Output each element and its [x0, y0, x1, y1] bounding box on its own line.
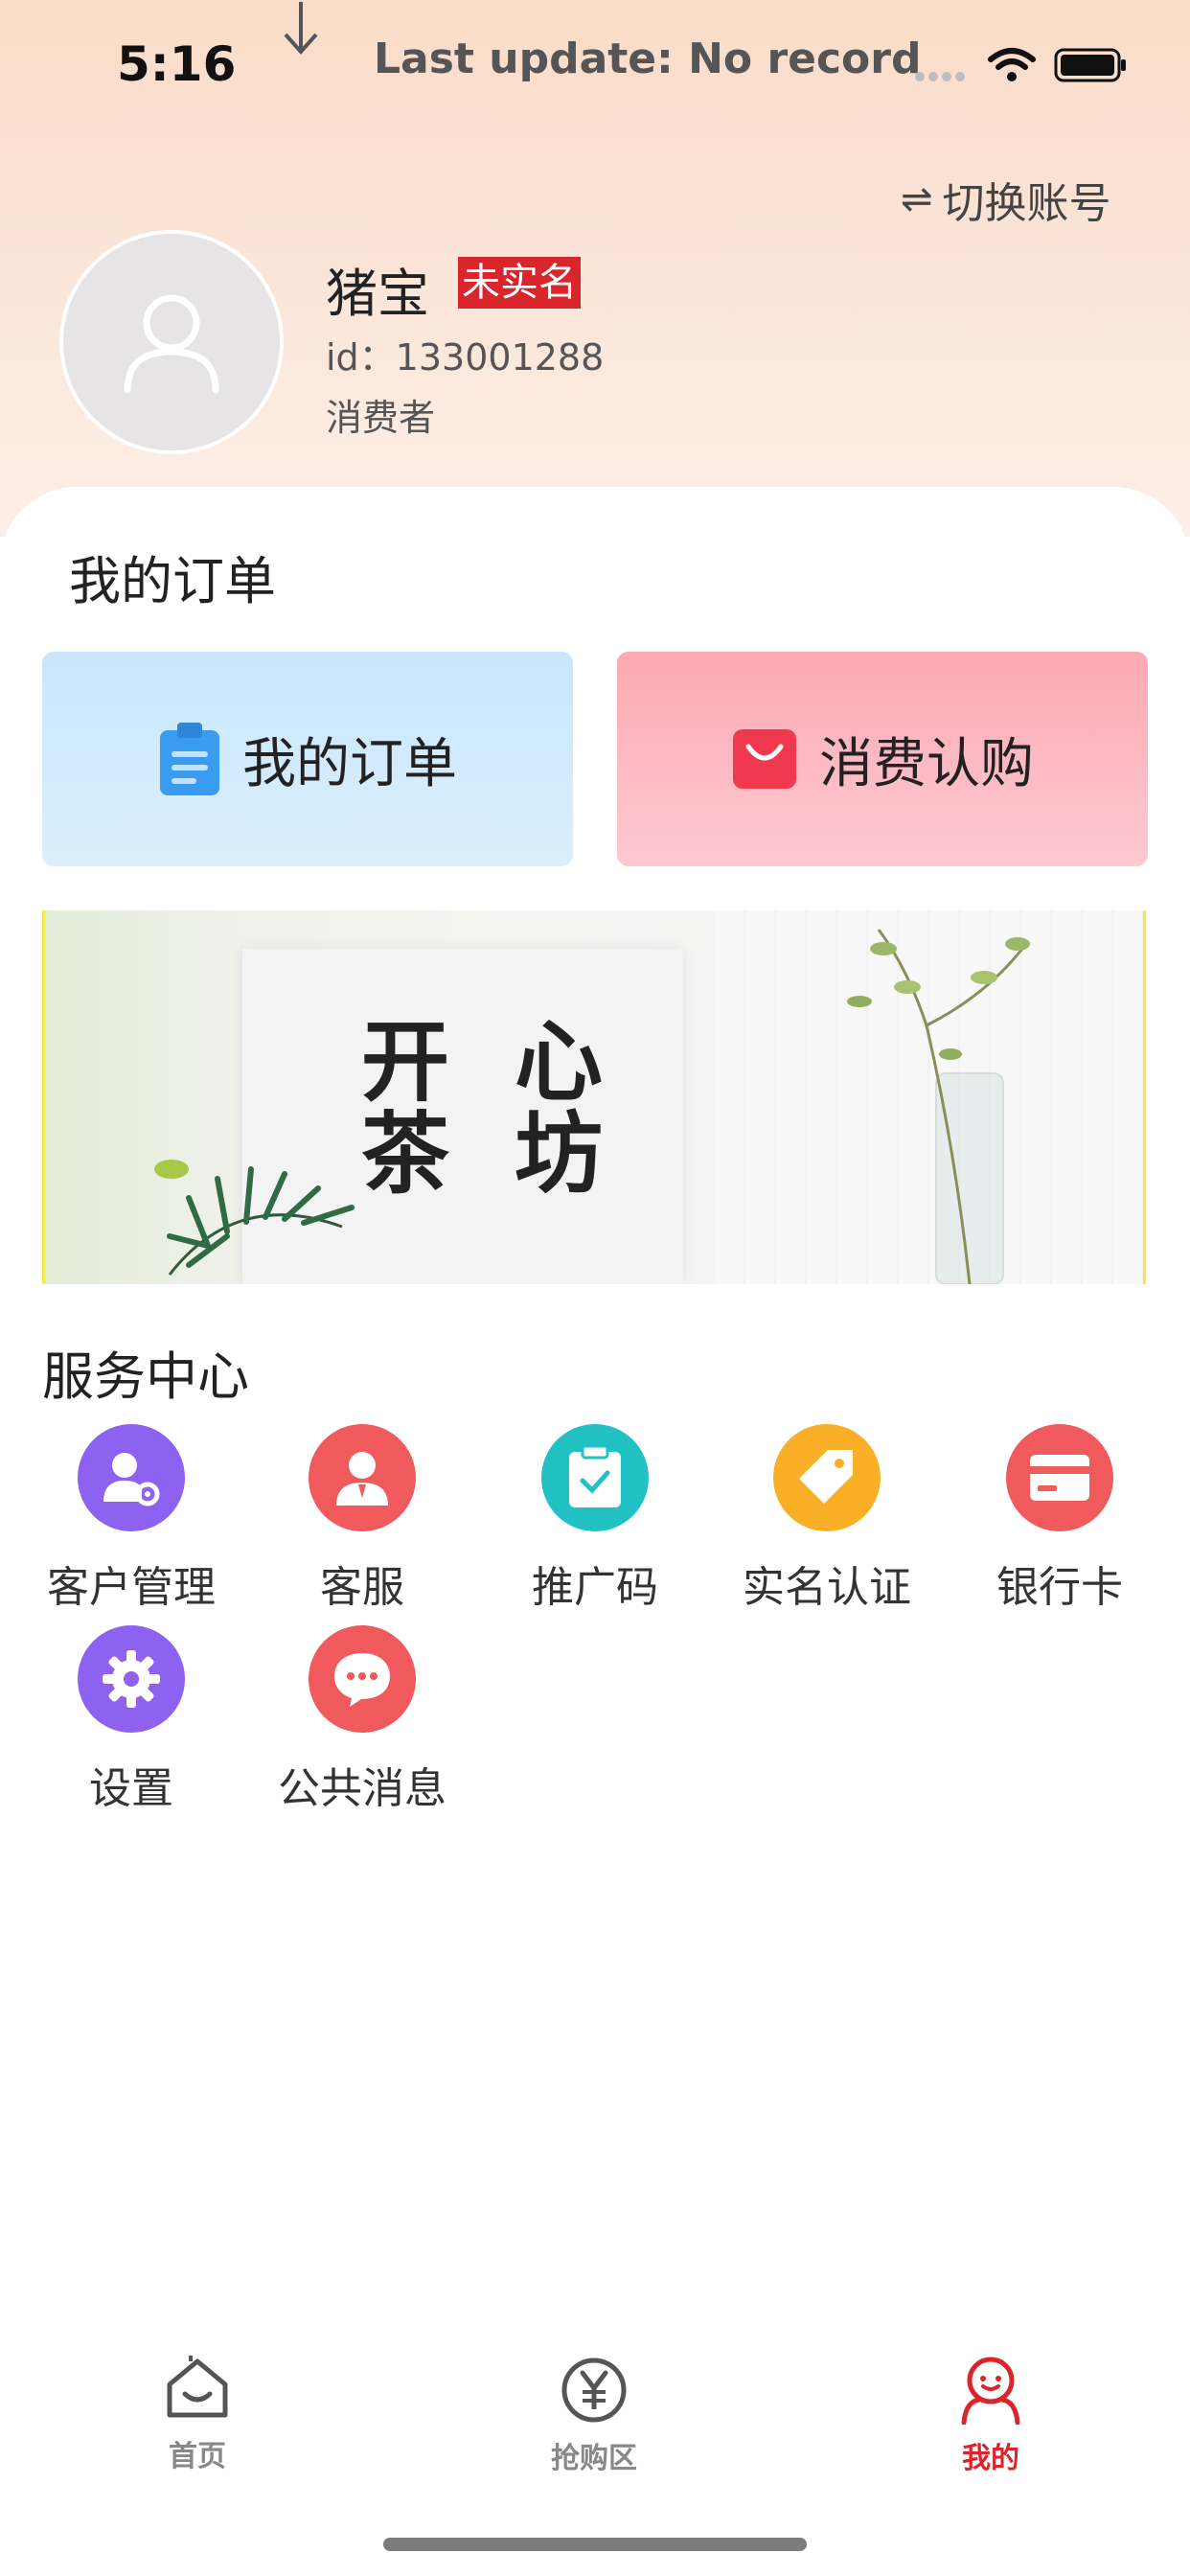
consumer-purchase-button[interactable]: 消费认购 [617, 652, 1148, 866]
orders-section-title: 我的订单 [69, 551, 276, 611]
bottom-tab-bar: 首页 抢购区 我的 [0, 2329, 1190, 2501]
realname-status-badge[interactable]: 未实名 [458, 257, 581, 309]
tab-label: 抢购区 [551, 2442, 637, 2475]
service-label: 设置 [89, 1764, 173, 1813]
service-promo-code[interactable]: 推广码 [479, 1424, 711, 1614]
customer-service-icon [309, 1424, 416, 1531]
plant-vase-illustration [847, 929, 1030, 1284]
cellular-signal-icon [915, 67, 969, 85]
status-time: 5:16 [117, 36, 237, 92]
gear-icon [78, 1625, 185, 1733]
tab-flash-sale[interactable]: 抢购区 [450, 2356, 738, 2476]
promo-banner[interactable]: 开 心 茶 坊 [42, 910, 1146, 1284]
tab-mine[interactable]: 我的 [847, 2356, 1134, 2476]
user-id: id：133001288 [326, 336, 605, 379]
tab-label: 我的 [962, 2442, 1019, 2475]
switch-account-button[interactable]: ⇌ 切换账号 [901, 169, 1111, 230]
banner-title-line2: 茶 坊 [361, 1102, 621, 1206]
banner-title: 开 心 茶 坊 [361, 1016, 620, 1200]
service-label: 银行卡 [996, 1563, 1123, 1612]
service-center-title: 服务中心 [42, 1346, 249, 1407]
service-label: 推广码 [532, 1563, 658, 1612]
home-icon [167, 2356, 228, 2418]
service-public-messages[interactable]: 公共消息 [246, 1625, 478, 1815]
banner-title-line1: 开 心 [361, 1010, 621, 1114]
service-label: 客服 [320, 1563, 404, 1612]
clipboard-icon [160, 723, 219, 795]
switch-account-label: 切换账号 [942, 179, 1111, 228]
bank-card-icon [1006, 1424, 1113, 1531]
user-role: 消费者 [326, 397, 436, 439]
service-label: 实名认证 [743, 1563, 911, 1612]
service-customer-service[interactable]: 客服 [246, 1424, 478, 1614]
home-indicator [383, 2538, 807, 2551]
tab-home[interactable]: 首页 [54, 2356, 341, 2474]
yuan-icon [561, 2358, 627, 2423]
real-name-tag-icon [773, 1424, 881, 1531]
my-orders-label: 我的订单 [242, 732, 457, 795]
avatar[interactable] [59, 230, 284, 454]
service-settings[interactable]: 设置 [15, 1625, 247, 1815]
last-update-text: Last update: No record [374, 34, 922, 83]
customer-management-icon [78, 1424, 185, 1531]
service-real-name[interactable]: 实名认证 [711, 1424, 943, 1614]
tab-label: 首页 [169, 2440, 226, 2473]
pull-down-arrow-icon [284, 2, 318, 56]
profile-icon [961, 2357, 1020, 2425]
username: 猪宝 [326, 264, 429, 324]
service-label: 公共消息 [278, 1764, 446, 1813]
battery-icon [1054, 48, 1126, 82]
service-bank-card[interactable]: 银行卡 [944, 1424, 1176, 1614]
promo-code-icon [541, 1424, 649, 1531]
person-icon [124, 294, 219, 394]
consumer-purchase-label: 消费认购 [819, 732, 1034, 795]
message-icon [309, 1625, 416, 1733]
service-customer-management[interactable]: 客户管理 [15, 1424, 247, 1614]
service-label: 客户管理 [47, 1563, 216, 1612]
status-bar: 5:16 Last update: No record [0, 0, 1190, 125]
my-orders-button[interactable]: 我的订单 [42, 652, 573, 866]
shopping-bag-icon [733, 729, 796, 789]
swap-icon: ⇌ [901, 177, 933, 221]
wifi-icon [988, 48, 1036, 81]
